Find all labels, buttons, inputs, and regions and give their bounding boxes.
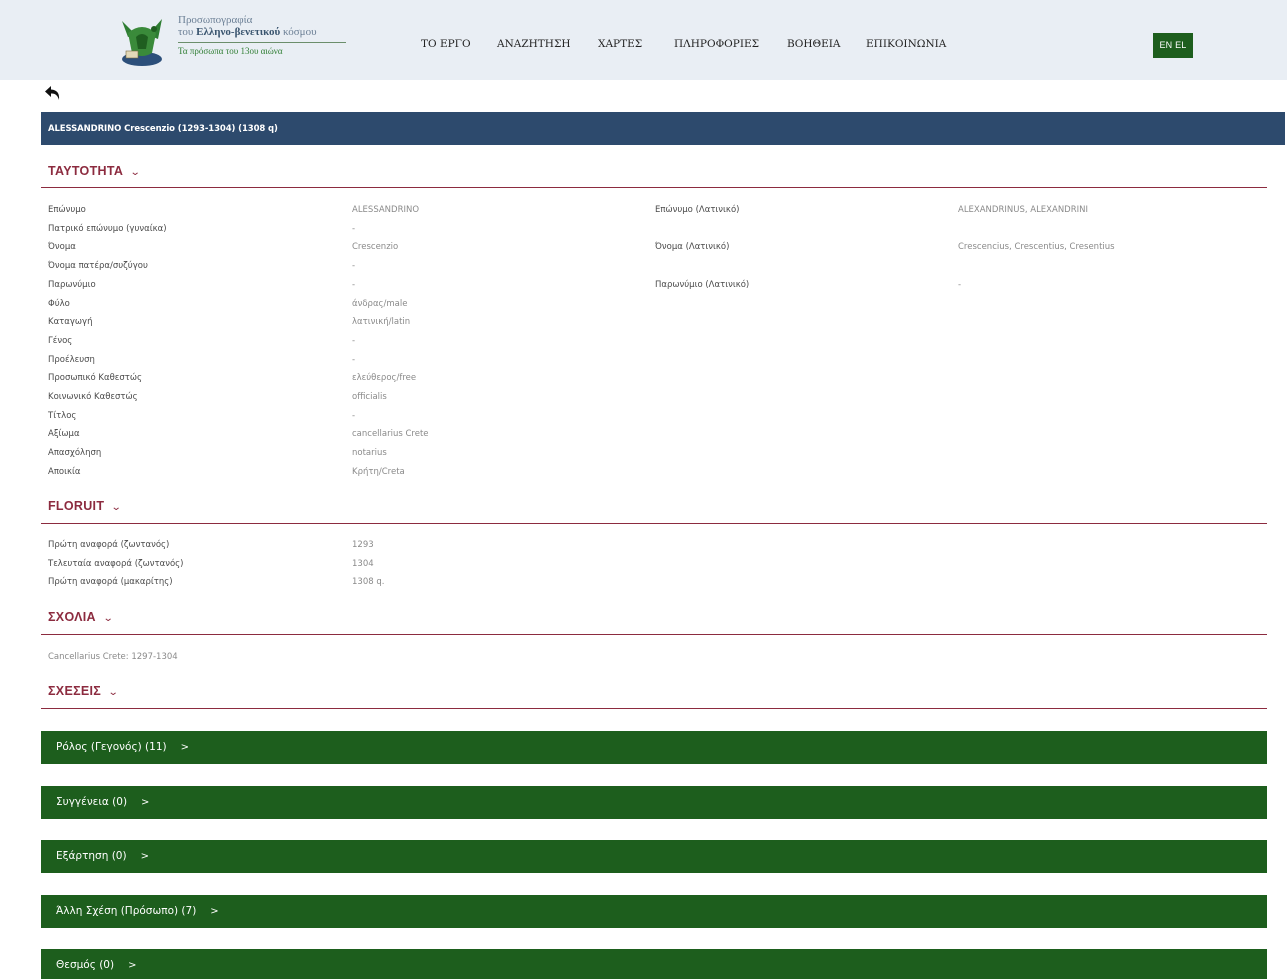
field-label: Όνομα	[48, 242, 76, 253]
chevron-right-icon: >	[210, 906, 219, 917]
field-value: λατινική/latin	[352, 317, 411, 328]
field-value: Crescenzio	[352, 242, 399, 253]
field-value: -	[352, 223, 356, 234]
field-value: 1293	[352, 540, 374, 550]
nav-item-maps[interactable]: ΧΑΡΤΕΣ	[598, 38, 642, 50]
field-value: -	[352, 261, 356, 272]
field-value: officialis	[352, 392, 387, 402]
logo-line-2: του Ελληνο-βενετικού κόσμου	[178, 26, 317, 38]
nav-item-contact[interactable]: ΕΠΙΚΟΙΝΩΝΙΑ	[866, 38, 946, 50]
field-value: άνδρας/male	[352, 298, 408, 309]
chevron-right-icon: >	[180, 742, 189, 753]
section-header-floruit[interactable]: FLORUIT ⌄	[48, 499, 123, 513]
relation-bar-other-person[interactable]: Άλλη Σχέση (Πρόσωπο) (7) >	[41, 895, 1267, 928]
section-divider	[41, 187, 1267, 188]
chevron-down-icon: ⌄	[102, 613, 114, 624]
field-label: Παρωνύμιο	[48, 279, 96, 290]
field-value: ALEXANDRINUS, ALEXANDRINI	[958, 205, 1088, 215]
field-value: ALESSANDRINO	[352, 205, 420, 215]
field-label: Προέλευση	[48, 354, 95, 365]
section-header-identity[interactable]: ΤΑΥΤΟΤΗΤΑ ⌄	[48, 164, 142, 178]
relation-label: Θεσμός (0)	[56, 959, 115, 971]
field-value: Crescencius, Crescentius, Cresentius	[958, 242, 1115, 252]
field-value: Κρήτη/Creta	[352, 466, 405, 477]
relation-bar-kinship[interactable]: Συγγένεια (0) >	[41, 786, 1267, 819]
field-value: ελεύθερος/free	[352, 373, 417, 384]
field-label: Απασχόληση	[48, 448, 102, 459]
chevron-down-icon: ⌄	[107, 687, 120, 698]
field-value: -	[352, 354, 356, 365]
section-divider	[41, 634, 1267, 635]
field-value: -	[352, 410, 356, 421]
notes-text: Cancellarius Crete: 1297-1304	[48, 652, 178, 662]
field-label: Γένος	[48, 335, 73, 346]
logo-text: Προσωπογραφία του Ελληνο-βενετικού κόσμο…	[178, 14, 348, 56]
chevron-right-icon: >	[128, 960, 137, 971]
field-label: Αποικία	[48, 466, 81, 477]
field-label: Τελευταία αναφορά (ζωντανός)	[48, 558, 184, 569]
chevron-right-icon: >	[141, 797, 150, 808]
field-label: Πρώτη αναφορά (μακαρίτης)	[48, 577, 173, 588]
field-value: -	[352, 335, 356, 346]
language-switch-button[interactable]: EN EL	[1153, 33, 1193, 58]
field-label: Φύλο	[48, 298, 70, 309]
logo-divider	[178, 42, 346, 43]
logo-tagline: Τα πρόσωπα του 13ου αιώνα	[178, 46, 283, 56]
chevron-down-icon: ⌄	[129, 167, 142, 178]
section-header-relations[interactable]: ΣΧΕΣΕΙΣ ⌄	[48, 684, 120, 698]
field-label: Προσωπικό Καθεστώς	[48, 373, 142, 384]
field-value: -	[352, 279, 356, 290]
section-header-notes[interactable]: ΣΧΟΛΙΑ ⌄	[48, 610, 113, 624]
relation-label: Συγγένεια (0)	[56, 796, 128, 808]
relation-label: Εξάρτηση (0)	[56, 850, 127, 862]
site-header: Προσωπογραφία του Ελληνο-βενετικού κόσμο…	[0, 0, 1287, 80]
section-divider	[41, 523, 1267, 524]
field-label: Τίτλος	[48, 410, 77, 421]
section-divider	[41, 708, 1267, 709]
field-label: Κοινωνικό Καθεστώς	[48, 392, 138, 402]
nav-item-search[interactable]: ΑΝΑΖΗΤΗΣΗ	[497, 38, 571, 50]
relation-label: Άλλη Σχέση (Πρόσωπο) (7)	[56, 905, 197, 917]
site-logo-icon[interactable]	[114, 13, 170, 69]
field-value: notarius	[352, 448, 387, 459]
field-label: Παρωνύμιο (Λατινικό)	[655, 280, 750, 290]
field-label: Επώνυμο (Λατινικό)	[655, 205, 740, 215]
field-value: 1304	[352, 558, 374, 569]
field-value: cancellarius Crete	[352, 429, 429, 440]
relation-bar-role-event[interactable]: Ρόλος (Γεγονός) (11) >	[41, 731, 1267, 764]
field-label: Πρώτη αναφορά (ζωντανός)	[48, 540, 170, 550]
relation-label: Ρόλος (Γεγονός) (11)	[56, 741, 167, 753]
chevron-down-icon: ⌄	[110, 502, 123, 513]
field-value: 1308 q.	[352, 577, 385, 588]
nav-item-project[interactable]: ΤΟ ΕΡΓΟ	[421, 38, 471, 50]
field-value: -	[958, 280, 962, 290]
field-label: Όνομα πατέρα/συζύγου	[48, 261, 148, 272]
field-label: Καταγωγή	[48, 317, 93, 328]
relation-bar-dependency[interactable]: Εξάρτηση (0) >	[41, 840, 1267, 873]
logo-line-1: Προσωπογραφία	[178, 14, 253, 26]
chevron-right-icon: >	[140, 851, 149, 862]
field-label: Αξίωμα	[48, 429, 80, 440]
record-title: ALESSANDRINO Crescenzio (1293-1304) (130…	[48, 124, 278, 134]
relation-bar-institution[interactable]: Θεσμός (0) >	[41, 949, 1267, 979]
nav-item-help[interactable]: ΒΟΗΘΕΙΑ	[787, 38, 840, 50]
nav-item-info[interactable]: ΠΛΗΡΟΦΟΡΙΕΣ	[674, 38, 759, 50]
field-label: Όνομα (Λατινικό)	[655, 242, 730, 252]
field-label: Επώνυμο	[48, 205, 86, 215]
field-label: Πατρικό επώνυμο (γυναίκα)	[48, 223, 167, 234]
back-arrow-icon[interactable]	[44, 84, 62, 102]
